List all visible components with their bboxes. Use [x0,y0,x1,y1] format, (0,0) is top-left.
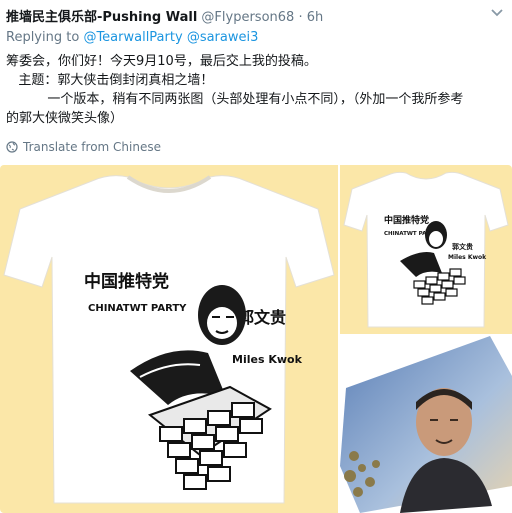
tshirt-large-graphic: 中国推特党 CHINATWT PARTY 郭文贵 Miles Kwok [3,175,335,504]
tweet-header: 推墙民主俱乐部-Pushing Wall @Flyperson68 · 6h [6,6,482,26]
reply-handle-link[interactable]: @sarawei3 [187,30,259,45]
tweet-line: 的郭大侠微笑头像） [6,111,124,126]
tshirt-image-large[interactable]: 中国推特党 CHINATWT PARTY 郭文贵 Miles Kwok [0,165,338,513]
reply-handle-link[interactable]: @TearwallParty [83,30,182,45]
globe-icon [6,141,18,153]
tweet-line: 主题：郭大侠击倒封闭真相之墙！ [6,73,214,88]
translate-label: Translate from Chinese [23,140,161,154]
portrait-photo-graphic [340,336,512,513]
replying-to-label: Replying to [6,30,80,45]
name-en-text-small: Miles Kwok [448,254,487,261]
name-cn-text-small: 郭文贵 [452,242,473,251]
party-en-text: CHINATWT PARTY [88,303,187,314]
tweet[interactable]: 推墙民主俱乐部-Pushing Wall @Flyperson68 · 6h R… [0,0,512,513]
name-en-text: Miles Kwok [232,353,303,366]
party-cn-text-small: 中国推特党 [384,214,429,226]
translate-link[interactable]: Translate from Chinese [6,140,161,154]
display-name[interactable]: 推墙民主俱乐部-Pushing Wall [6,10,197,25]
tshirt-image-small[interactable]: 中国推特党 CHINATWT PARTY 郭文贵 Miles Kwok [340,165,512,334]
tweet-line: 一个版本，稍有不同两张图（头部处理有小点不同），（外加一个我所参考 [6,92,464,107]
tweet-line: 筹委会，你们好！今天9月10号，最后交上我的投稿。 [6,54,317,69]
party-cn-text: 中国推特党 [84,271,169,292]
portrait-photo[interactable] [340,336,512,513]
tweet-text: 筹委会，你们好！今天9月10号，最后交上我的投稿。 主题：郭大侠击倒封闭真相之墙… [6,52,506,128]
replying-to: Replying to @TearwallParty @sarawei3 [6,30,258,45]
media-grid: 中国推特党 CHINATWT PARTY 郭文贵 Miles Kwok 中国推特… [0,165,512,513]
user-handle[interactable]: @Flyperson68 [201,10,294,25]
tshirt-small-graphic: 中国推特党 CHINATWT PARTY 郭文贵 Miles Kwok [343,171,509,328]
separator: · [298,10,303,25]
timestamp[interactable]: 6h [307,10,324,25]
chevron-down-icon[interactable] [490,8,504,18]
